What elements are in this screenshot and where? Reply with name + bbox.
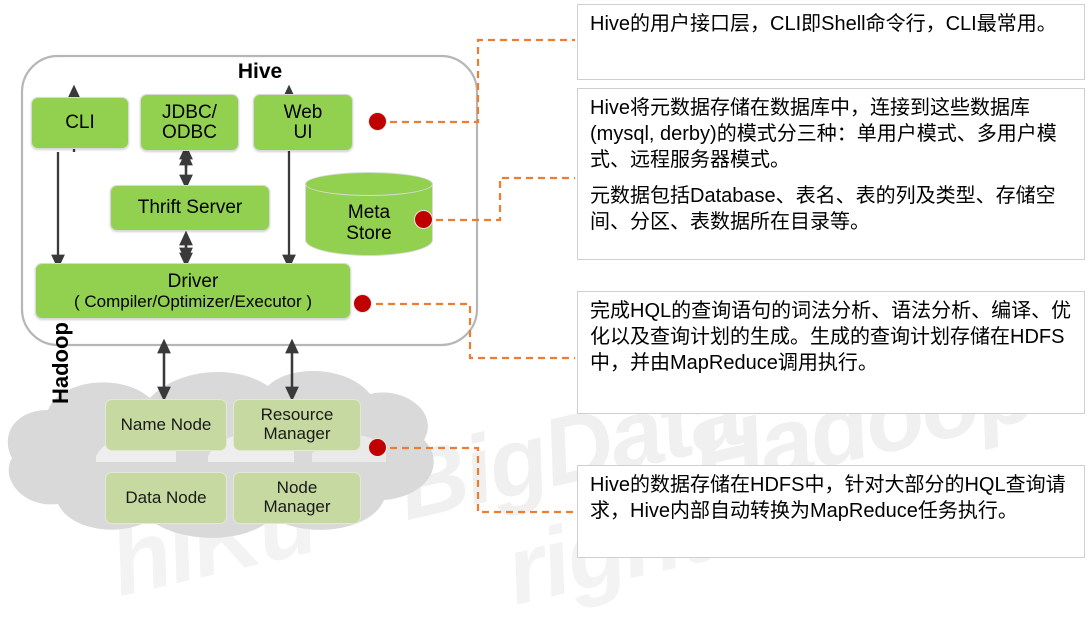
callout-hdfs-storage: Hive的数据存储在HDFS中，针对大部分的HQL查询请求，Hive内部自动转换… (577, 465, 1085, 558)
node-resource-manager-label-line1: Resource (260, 405, 334, 425)
callout-hdfs-storage-paragraph-1: Hive的数据存储在HDFS中，针对大部分的HQL查询请求，Hive内部自动转换… (590, 474, 1066, 522)
node-resource-manager-label-line2: Manager (263, 424, 331, 443)
node-meta-store[interactable]: Meta Store (305, 172, 433, 256)
node-meta-store-label: Meta Store (305, 192, 433, 256)
node-node-manager-label-line2: Manager (263, 497, 331, 516)
callout-meta-store: Hive将元数据存储在数据库中，连接到这些数据库(mysql, derby)的模… (577, 88, 1085, 260)
node-node-manager[interactable]: Node Manager (233, 472, 361, 524)
node-resource-manager[interactable]: Resource Manager (233, 399, 361, 451)
diagram-canvas: BigData Hadoop hiKu rights (0, 0, 1089, 625)
node-web-ui-label-line1: Web (283, 101, 323, 123)
node-cli-label: CLI (65, 112, 95, 134)
callout-meta-store-paragraph-1: Hive将元数据存储在数据库中，连接到这些数据库(mysql, derby)的模… (590, 97, 1057, 171)
marker-dot-meta-store[interactable] (415, 211, 432, 228)
node-node-manager-label-line1: Node (276, 478, 318, 498)
callout-meta-store-paragraph-2: 元数据包括Database、表名、表的列及类型、存储空间、分区、表数据所在目录等… (590, 185, 1056, 233)
node-web-ui-label-line2: UI (293, 121, 313, 143)
callout-user-interface: Hive的用户接口层，CLI即Shell命令行，CLI最常用。 (577, 4, 1085, 80)
callout-user-interface-paragraph-1: Hive的用户接口层，CLI即Shell命令行，CLI最常用。 (590, 13, 1057, 35)
node-jdbc-odbc[interactable]: JDBC/ ODBC (140, 94, 239, 151)
node-meta-store-label-line2: Store (346, 223, 392, 244)
node-jdbc-odbc-label-line1: JDBC/ (162, 101, 217, 123)
node-thrift-server[interactable]: Thrift Server (110, 185, 270, 231)
node-name-node-label: Name Node (120, 414, 212, 434)
node-driver[interactable]: Driver ( Compiler/Optimizer/Executor ) (35, 263, 351, 319)
node-driver-label-line2: ( Compiler/Optimizer/Executor ) (73, 291, 313, 311)
node-web-ui[interactable]: Web UI (253, 94, 353, 151)
node-name-node[interactable]: Name Node (105, 399, 227, 451)
node-cli[interactable]: CLI (31, 97, 129, 149)
node-data-node[interactable]: Data Node (105, 472, 227, 524)
callout-driver-paragraph-1: 完成HQL的查询语句的词法分析、语法分析、编译、优化以及查询计划的生成。生成的查… (590, 300, 1072, 374)
marker-dot-user-interface[interactable] (369, 113, 386, 130)
callout-driver: 完成HQL的查询语句的词法分析、语法分析、编译、优化以及查询计划的生成。生成的查… (577, 291, 1085, 414)
hadoop-title: Hadoop (48, 322, 73, 404)
marker-dot-driver[interactable] (354, 295, 371, 312)
node-thrift-server-label: Thrift Server (137, 197, 243, 219)
marker-dot-hadoop-storage[interactable] (369, 439, 386, 456)
node-data-node-label: Data Node (125, 487, 207, 507)
node-driver-label-line1: Driver (167, 270, 219, 292)
node-meta-store-label-line1: Meta (347, 202, 391, 224)
node-jdbc-odbc-label-line2: ODBC (162, 121, 217, 143)
hive-title: Hive (237, 60, 283, 83)
